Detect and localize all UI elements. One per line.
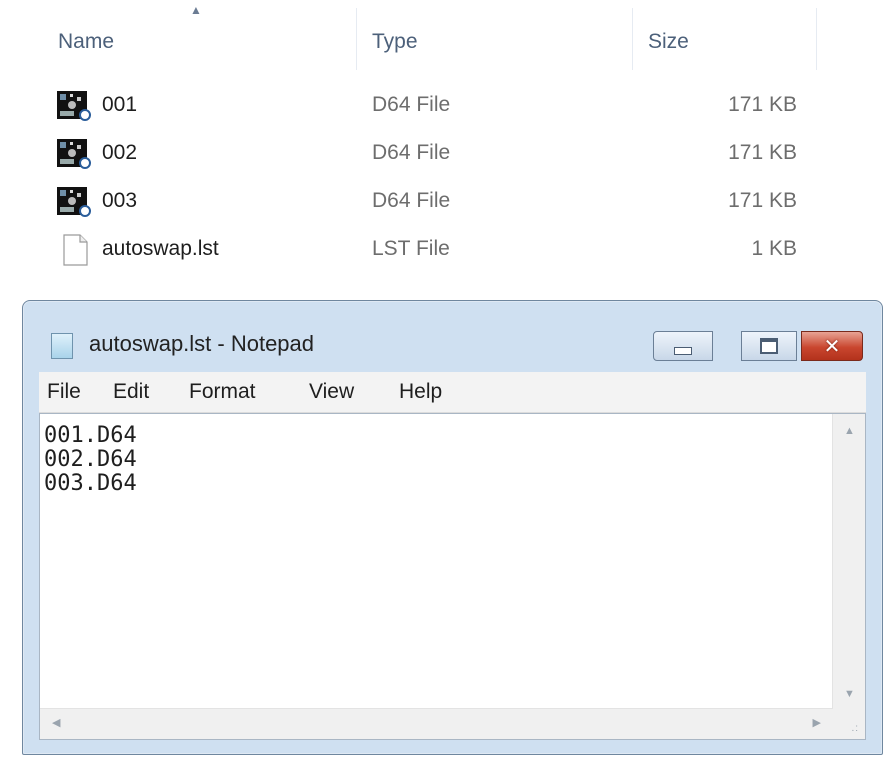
file-name[interactable]: 002 xyxy=(102,141,137,165)
text-file-icon xyxy=(63,234,88,266)
title-bar[interactable]: autoswap.lst - Notepad ✕ xyxy=(23,301,882,371)
menu-view[interactable]: View xyxy=(309,380,354,404)
file-type: LST File xyxy=(372,237,450,260)
file-size: 171 KB xyxy=(728,141,797,164)
file-size: 171 KB xyxy=(728,93,797,116)
file-size: 1 KB xyxy=(751,237,797,260)
column-header-row: ▲ Name Type Size xyxy=(0,0,885,80)
file-row-003[interactable]: 003 D64 File 171 KB xyxy=(0,180,885,224)
scroll-right-icon[interactable]: ▶ xyxy=(813,718,821,729)
minimize-icon xyxy=(674,347,692,355)
maximize-button[interactable] xyxy=(741,331,797,361)
vertical-scrollbar[interactable]: ▲ ▼ xyxy=(832,414,865,710)
file-type: D64 File xyxy=(372,141,451,164)
file-name[interactable]: autoswap.lst xyxy=(102,237,219,261)
text-line: 002.D64 xyxy=(44,447,137,472)
sort-ascending-icon: ▲ xyxy=(190,3,202,17)
column-header-type[interactable]: Type xyxy=(372,30,418,54)
scroll-left-icon[interactable]: ◀ xyxy=(52,718,60,729)
column-divider[interactable] xyxy=(356,8,357,70)
menu-file[interactable]: File xyxy=(47,380,81,404)
resize-grip[interactable]: .: xyxy=(833,709,865,739)
text-line: 001.D64 xyxy=(44,423,137,448)
disk-image-icon xyxy=(57,91,91,121)
maximize-icon xyxy=(760,338,778,354)
file-row-002[interactable]: 002 D64 File 171 KB xyxy=(0,132,885,176)
notepad-window: autoswap.lst - Notepad ✕ File Edit Forma… xyxy=(22,300,883,755)
menu-format[interactable]: Format xyxy=(189,380,256,404)
column-divider[interactable] xyxy=(816,8,817,70)
text-editor-area[interactable]: 001.D64 002.D64 003.D64 ▲ ▼ ◀ ▶ .: xyxy=(39,413,866,740)
column-header-size[interactable]: Size xyxy=(648,30,689,54)
file-row-001[interactable]: 001 D64 File 171 KB xyxy=(0,84,885,128)
file-name[interactable]: 001 xyxy=(102,93,137,117)
column-divider[interactable] xyxy=(632,8,633,70)
file-type: D64 File xyxy=(372,189,451,212)
column-header-name[interactable]: Name xyxy=(58,30,114,54)
menu-edit[interactable]: Edit xyxy=(113,380,149,404)
close-button[interactable]: ✕ xyxy=(801,331,863,361)
disk-image-icon xyxy=(57,187,91,217)
minimize-button[interactable] xyxy=(653,331,713,361)
window-title: autoswap.lst - Notepad xyxy=(89,331,315,356)
scroll-up-icon[interactable]: ▲ xyxy=(844,426,855,437)
notepad-icon[interactable] xyxy=(51,333,73,359)
file-explorer-list: ▲ Name Type Size 001 D64 File 171 KB 002… xyxy=(0,0,885,300)
horizontal-scrollbar[interactable]: ◀ ▶ xyxy=(40,708,833,739)
scroll-down-icon[interactable]: ▼ xyxy=(844,689,855,700)
file-row-autoswap[interactable]: autoswap.lst LST File 1 KB xyxy=(0,228,885,272)
file-size: 171 KB xyxy=(728,189,797,212)
resize-grip-icon: .: xyxy=(851,723,859,734)
menu-help[interactable]: Help xyxy=(399,380,442,404)
close-icon: ✕ xyxy=(823,334,841,358)
text-line: 003.D64 xyxy=(44,471,137,496)
menu-bar: File Edit Format View Help xyxy=(39,372,866,413)
file-name[interactable]: 003 xyxy=(102,189,137,213)
file-type: D64 File xyxy=(372,93,451,116)
disk-image-icon xyxy=(57,139,91,169)
